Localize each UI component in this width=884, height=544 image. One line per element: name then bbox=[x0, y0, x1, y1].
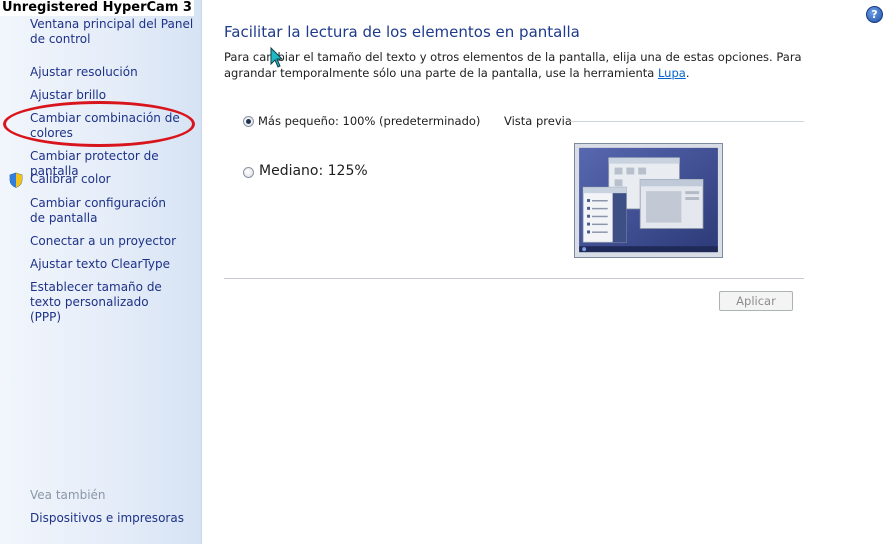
help-icon[interactable]: ? bbox=[866, 6, 883, 23]
page-title: Facilitar la lectura de los elementos en… bbox=[224, 23, 580, 41]
see-also-heading: Vea también bbox=[30, 488, 106, 502]
option-medium-label[interactable]: Mediano: 125% bbox=[259, 163, 368, 179]
description-before: Para cambiar el tamaño del texto y otros… bbox=[224, 50, 802, 80]
sidebar: Ventana principal del Panel de control A… bbox=[0, 0, 202, 544]
radio-selected-dot bbox=[246, 119, 251, 124]
sidebar-item-calibrate-color[interactable]: Calibrar color bbox=[30, 172, 198, 187]
description-text: Para cambiar el tamaño del texto y otros… bbox=[224, 49, 844, 81]
preview-divider bbox=[570, 121, 804, 122]
description-after: . bbox=[685, 66, 690, 80]
sidebar-item-change-display-settings[interactable]: Cambiar configuración de pantalla bbox=[30, 196, 180, 226]
watermark-text: Unregistered HyperCam 3 bbox=[0, 0, 194, 16]
mouse-pointer-icon bbox=[270, 47, 284, 68]
section-divider bbox=[224, 278, 804, 279]
option-smaller-label[interactable]: Más pequeño: 100% (predeterminado) bbox=[258, 114, 480, 128]
sidebar-item-devices-printers[interactable]: Dispositivos e impresoras bbox=[30, 511, 198, 526]
sidebar-item-control-panel-home[interactable]: Ventana principal del Panel de control bbox=[30, 17, 198, 47]
apply-button[interactable]: Aplicar bbox=[719, 291, 793, 311]
sidebar-item-adjust-cleartype[interactable]: Ajustar texto ClearType bbox=[30, 257, 198, 272]
sidebar-item-connect-projector[interactable]: Conectar a un proyector bbox=[30, 234, 198, 249]
sidebar-item-adjust-resolution[interactable]: Ajustar resolución bbox=[30, 65, 198, 80]
preview-image bbox=[574, 143, 723, 258]
shield-icon bbox=[9, 172, 23, 188]
sidebar-item-adjust-brightness[interactable]: Ajustar brillo bbox=[30, 88, 198, 103]
preview-label: Vista previa bbox=[504, 114, 572, 128]
magnifier-link[interactable]: Lupa bbox=[658, 66, 686, 80]
sidebar-item-change-color-scheme[interactable]: Cambiar combinación de colores bbox=[30, 111, 180, 141]
sidebar-item-custom-dpi[interactable]: Establecer tamaño de texto personalizado… bbox=[30, 280, 180, 325]
radio-smaller[interactable] bbox=[243, 116, 254, 127]
radio-medium[interactable] bbox=[243, 167, 254, 178]
